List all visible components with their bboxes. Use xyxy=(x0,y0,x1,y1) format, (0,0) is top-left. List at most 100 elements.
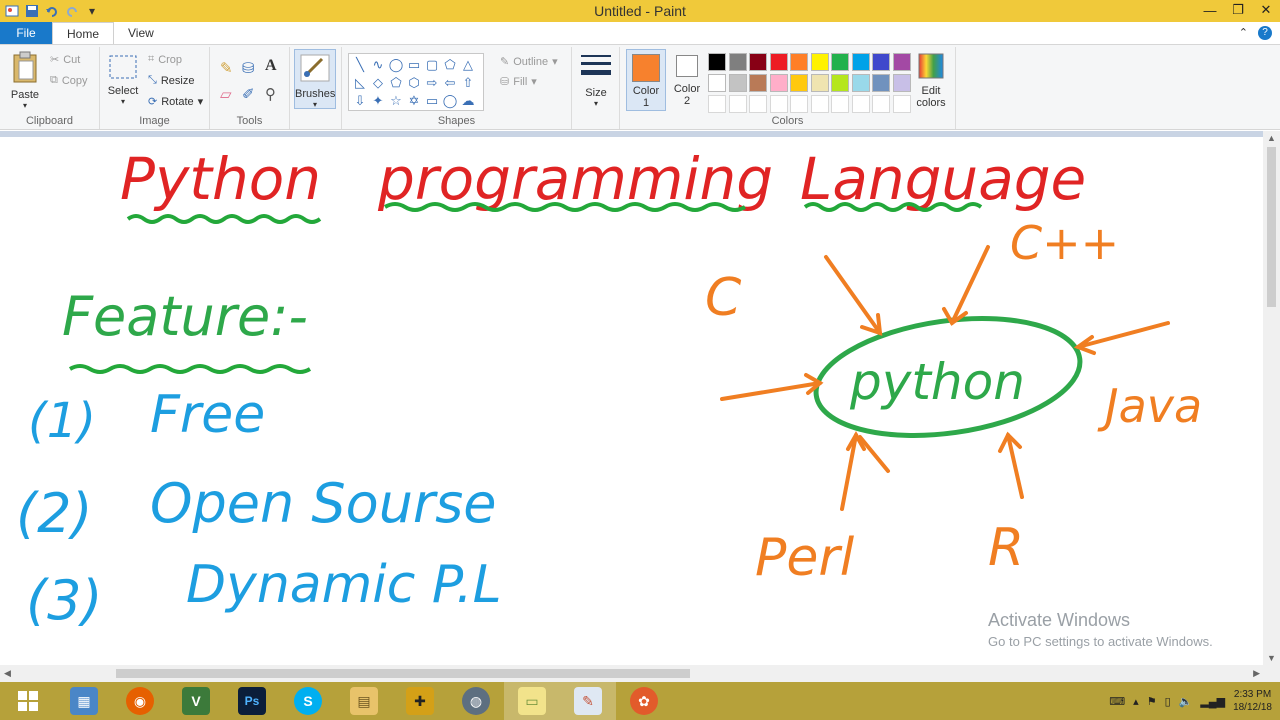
sticky-notes-icon[interactable]: ▭ xyxy=(504,682,560,720)
callout-rect-icon[interactable]: ▭ xyxy=(423,92,441,110)
shapes-gallery[interactable]: ╲ ∿ ◯ ▭ ▢ ⬠ △ ◺ ◇ ⬠ ⬡ ⇨ ⇦ ⇧ ⇩ ✦ ☆ ✡ ▭ ◯ … xyxy=(348,53,484,111)
horizontal-scroll-thumb[interactable] xyxy=(116,669,690,678)
tab-view[interactable]: View xyxy=(114,22,168,44)
triangle-shape-icon[interactable]: △ xyxy=(459,56,477,74)
palette-swatch[interactable] xyxy=(892,53,911,71)
minimize-icon[interactable]: — xyxy=(1196,0,1224,20)
rotate-button[interactable]: ⟳ Rotate ▾ xyxy=(148,95,203,109)
undo-icon[interactable] xyxy=(44,3,60,19)
settings-flower-icon[interactable]: ✿ xyxy=(616,682,672,720)
palette-swatch[interactable] xyxy=(749,53,767,71)
palette-swatch[interactable] xyxy=(851,74,870,92)
windows-start-icon[interactable] xyxy=(0,682,56,720)
vertical-scrollbar[interactable]: ▲ ▼ xyxy=(1263,131,1280,665)
up-arrow-shape-icon[interactable]: ⇧ xyxy=(459,74,477,92)
scroll-left-icon[interactable]: ◀ xyxy=(4,668,11,679)
palette-swatch[interactable] xyxy=(769,53,788,71)
color2-button[interactable]: Color 2 xyxy=(670,53,704,107)
redo-icon[interactable] xyxy=(64,3,80,19)
copy-button[interactable]: ⧉ Copy xyxy=(50,74,88,87)
hexagon-shape-icon[interactable]: ⬡ xyxy=(405,74,423,92)
palette-swatch[interactable] xyxy=(728,95,747,113)
right-triangle-shape-icon[interactable]: ◺ xyxy=(351,74,369,92)
callout-cloud-icon[interactable]: ☁ xyxy=(459,92,477,110)
fill-bucket-icon[interactable]: ⛁ xyxy=(242,59,255,77)
paste-button[interactable]: Paste ▾ xyxy=(6,51,44,110)
collapse-ribbon-icon[interactable]: ⌃ xyxy=(1239,26,1248,40)
scroll-right-icon[interactable]: ▶ xyxy=(1253,668,1260,679)
palette-swatch[interactable] xyxy=(872,74,890,92)
keyboard-icon[interactable]: ⌨ xyxy=(1109,695,1125,708)
palette-swatch[interactable] xyxy=(728,53,747,71)
palette-swatch[interactable] xyxy=(851,53,870,71)
horizontal-scrollbar[interactable]: ◀ ▶ xyxy=(0,665,1280,682)
palette-swatch[interactable] xyxy=(749,95,767,113)
action-center-flag-icon[interactable]: ⚑ xyxy=(1147,695,1157,708)
callout-oval-icon[interactable]: ◯ xyxy=(441,92,459,110)
palette-swatch[interactable] xyxy=(851,95,870,113)
palette-swatch[interactable] xyxy=(892,95,911,113)
palette-swatch[interactable] xyxy=(810,74,829,92)
customize-qat-icon[interactable]: ▾ xyxy=(84,3,100,19)
left-arrow-shape-icon[interactable]: ⇦ xyxy=(441,74,459,92)
clock[interactable]: 2:33 PM 18/12/18 xyxy=(1233,688,1272,714)
fill-button[interactable]: ⛁ Fill ▾ xyxy=(500,75,537,89)
palette-swatch[interactable] xyxy=(872,53,890,71)
outline-button[interactable]: ✎ Outline ▾ xyxy=(500,55,558,69)
edit-colors-button[interactable]: Edit colors xyxy=(912,53,950,109)
tab-file[interactable]: File xyxy=(0,22,52,44)
brushes-button[interactable]: Brushes ▾ xyxy=(294,49,336,109)
volume-icon[interactable]: 🔈 xyxy=(1179,695,1193,708)
palette-swatch[interactable] xyxy=(831,53,849,71)
size-button[interactable]: Size ▾ xyxy=(578,53,614,108)
down-arrow-shape-icon[interactable]: ⇩ xyxy=(351,92,369,110)
four-point-star-icon[interactable]: ✦ xyxy=(369,92,387,110)
pentagon-shape-icon[interactable]: ⬠ xyxy=(387,74,405,92)
tab-home[interactable]: Home xyxy=(52,22,115,44)
select-button[interactable]: Select ▾ xyxy=(106,55,140,106)
palette-swatch[interactable] xyxy=(708,53,726,71)
color1-button[interactable]: Color 1 xyxy=(626,49,666,111)
oval-shape-icon[interactable]: ◯ xyxy=(387,56,405,74)
eraser-icon[interactable]: ▱ xyxy=(220,85,232,103)
globe-icon[interactable]: ◍ xyxy=(448,682,504,720)
folder-tool-icon[interactable]: ✚ xyxy=(392,682,448,720)
close-icon[interactable]: ✕ xyxy=(1252,0,1280,20)
skype-icon[interactable]: S xyxy=(280,682,336,720)
palette-swatch[interactable] xyxy=(769,74,788,92)
palette-swatch[interactable] xyxy=(831,95,849,113)
firefox-icon[interactable]: ◉ xyxy=(112,682,168,720)
palette-swatch[interactable] xyxy=(892,74,911,92)
color-picker-icon[interactable]: ✐ xyxy=(242,85,255,103)
vs-icon[interactable]: V xyxy=(168,682,224,720)
save-icon[interactable] xyxy=(24,3,40,19)
palette-swatch[interactable] xyxy=(708,74,726,92)
diamond-shape-icon[interactable]: ◇ xyxy=(369,74,387,92)
magnifier-icon[interactable]: ⚲ xyxy=(265,85,276,103)
vertical-scroll-thumb[interactable] xyxy=(1267,147,1276,307)
scroll-down-icon[interactable]: ▼ xyxy=(1267,653,1276,663)
show-hidden-icons-icon[interactable]: ▴ xyxy=(1133,695,1139,708)
polygon-shape-icon[interactable]: ⬠ xyxy=(441,56,459,74)
palette-swatch[interactable] xyxy=(749,74,767,92)
six-point-star-icon[interactable]: ✡ xyxy=(405,92,423,110)
file-explorer-icon[interactable]: ▤ xyxy=(336,682,392,720)
palette-swatch[interactable] xyxy=(790,95,808,113)
pencil-icon[interactable]: ✎ xyxy=(220,59,233,77)
resize-button[interactable]: ⤡ Resize xyxy=(148,74,194,87)
palette-swatch[interactable] xyxy=(872,95,890,113)
control-panel-icon[interactable]: ▦ xyxy=(56,682,112,720)
palette-swatch[interactable] xyxy=(810,53,829,71)
scroll-up-icon[interactable]: ▲ xyxy=(1267,133,1276,143)
network-icon[interactable]: ▂▄▆ xyxy=(1200,695,1225,708)
drawing-canvas[interactable]: Python programming Language Feature:- (1… xyxy=(0,137,1263,665)
paint-app-icon[interactable] xyxy=(4,3,20,19)
paint-icon[interactable]: ✎ xyxy=(560,682,616,720)
restore-icon[interactable]: ❐ xyxy=(1224,0,1252,20)
palette-swatch[interactable] xyxy=(728,74,747,92)
cut-button[interactable]: ✂ Cut xyxy=(50,53,80,67)
text-icon[interactable]: A xyxy=(265,57,277,75)
line-shape-icon[interactable]: ╲ xyxy=(351,56,369,74)
help-icon[interactable]: ? xyxy=(1258,26,1272,40)
battery-icon[interactable]: ▯ xyxy=(1165,695,1171,708)
